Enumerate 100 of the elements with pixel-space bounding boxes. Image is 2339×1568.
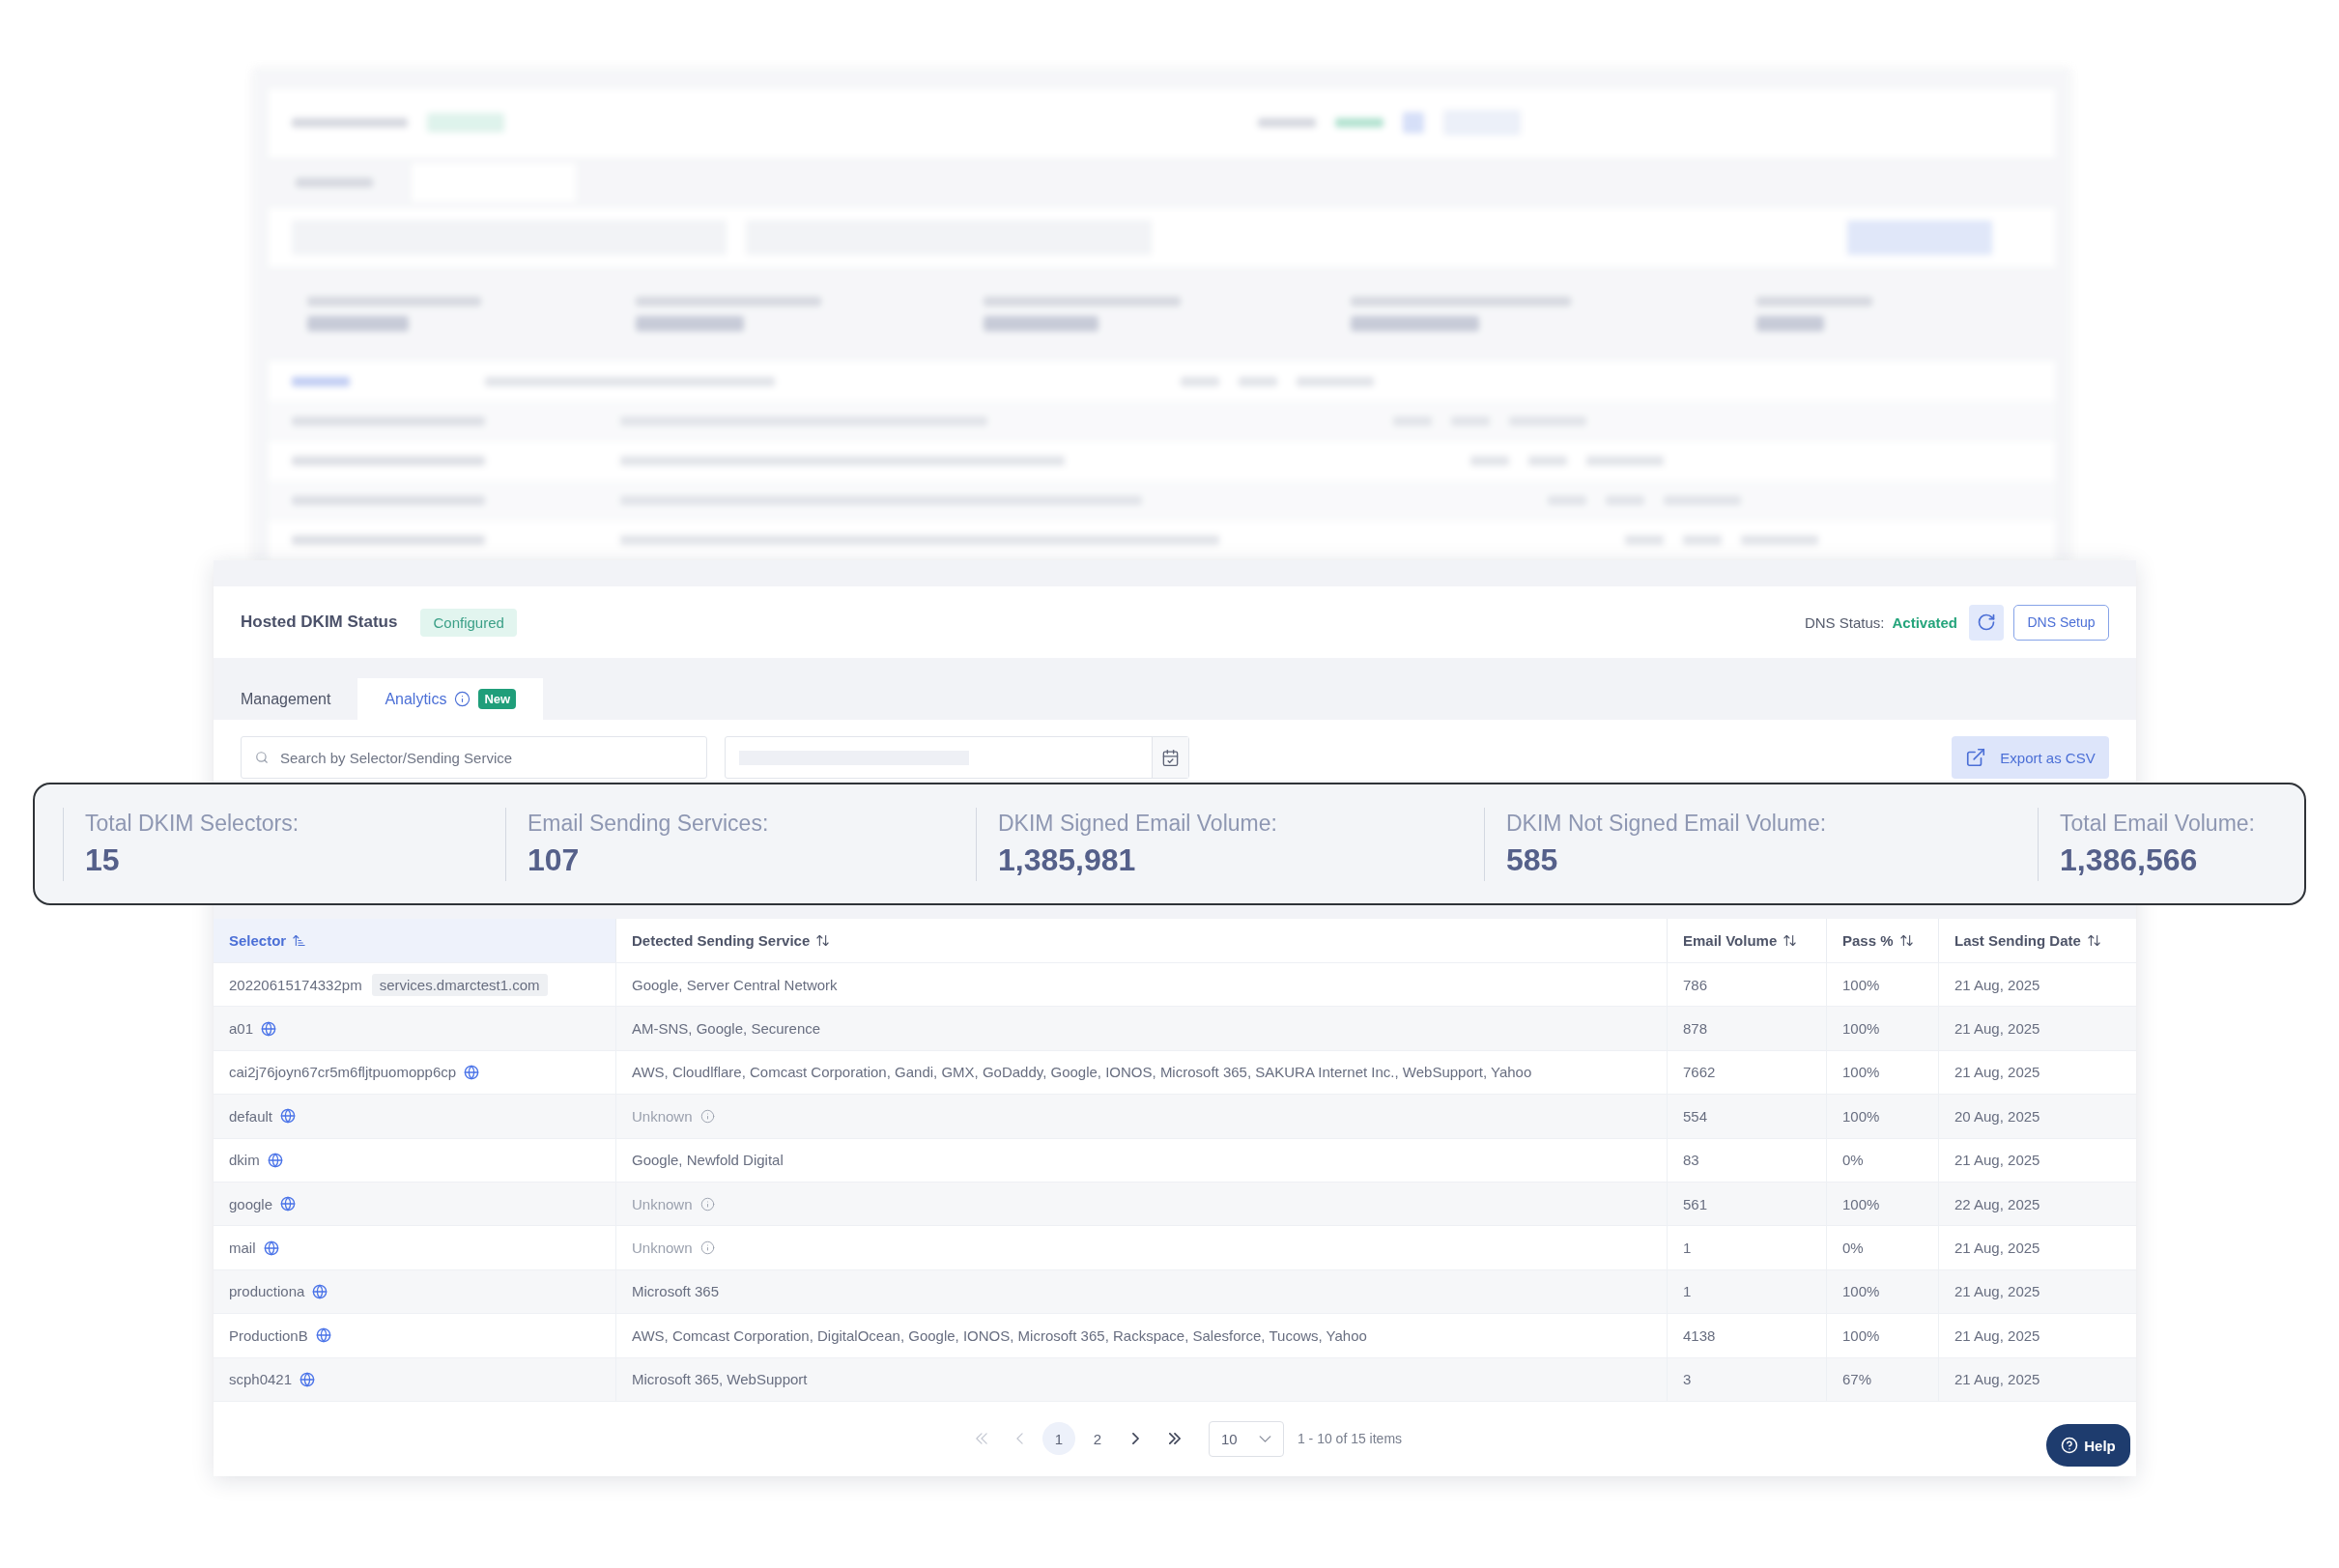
- globe-icon[interactable]: [315, 1327, 331, 1344]
- pass-rate-text: 0%: [1842, 1152, 1864, 1169]
- sending-service-text: Microsoft 365: [632, 1283, 720, 1300]
- selector-name: 20220615174332pm: [229, 976, 362, 993]
- selector-name: cai2j76joyn67cr5m6fljtpuomopp6cp: [229, 1064, 457, 1081]
- sending-service-text: AM-SNS, Google, Securence: [632, 1020, 821, 1038]
- date-range-field[interactable]: [725, 736, 1189, 779]
- sort-icon: [1898, 933, 1914, 948]
- email-volume-text: 786: [1683, 976, 1708, 993]
- date-text: 21 Aug, 2025: [1954, 1283, 2040, 1300]
- date-text: 21 Aug, 2025: [1954, 1326, 2040, 1344]
- new-badge: New: [478, 689, 517, 709]
- pass-rate-text: 0%: [1842, 1240, 1864, 1257]
- date-text: 21 Aug, 2025: [1954, 1240, 2040, 1257]
- pass-rate-text: 100%: [1842, 1064, 1880, 1081]
- sort-icon: [815, 933, 831, 948]
- date-text: 21 Aug, 2025: [1954, 1152, 2040, 1169]
- globe-icon[interactable]: [300, 1371, 316, 1387]
- help-icon: [2061, 1437, 2079, 1454]
- selector-name: ProductionB: [229, 1326, 308, 1344]
- tab[interactable]: Analytics New: [357, 678, 544, 720]
- stat-label: DKIM Not Signed Email Volume:: [1506, 810, 1828, 837]
- dns-status-value: Activated: [1892, 613, 1957, 631]
- stat-value: 107: [528, 841, 581, 878]
- globe-icon[interactable]: [280, 1196, 297, 1212]
- pagination-summary: 1 - 10 of 15 items: [1297, 1431, 1403, 1447]
- pass-rate-text: 100%: [1842, 976, 1880, 993]
- globe-icon[interactable]: [267, 1152, 283, 1168]
- email-volume-text: 3: [1683, 1371, 1692, 1388]
- pass-rate-text: 100%: [1842, 1283, 1880, 1300]
- globe-icon[interactable]: [312, 1283, 328, 1299]
- info-icon: [699, 1196, 715, 1212]
- sort-icon: [1783, 933, 1798, 948]
- email-volume-text: 554: [1683, 1107, 1708, 1125]
- stat-label: DKIM Signed Email Volume:: [998, 810, 1278, 837]
- selector-name: google: [229, 1195, 273, 1212]
- selector-name: dkim: [229, 1152, 260, 1169]
- date-text: 21 Aug, 2025: [1954, 1371, 2040, 1388]
- sending-service-text: Microsoft 365, WebSupport: [632, 1371, 808, 1388]
- help-button[interactable]: Help: [2046, 1424, 2130, 1467]
- globe-icon[interactable]: [263, 1240, 279, 1256]
- calendar-button[interactable]: [1152, 737, 1188, 778]
- export-button[interactable]: Export as CSV: [1952, 736, 2109, 779]
- external-link-icon: [1965, 747, 1987, 768]
- selector-name: default: [229, 1107, 273, 1125]
- chevron-down-icon: [1258, 1435, 1271, 1442]
- domain-tag: services.dmarctest1.com: [371, 973, 548, 996]
- info-icon: [699, 1240, 715, 1256]
- stat-label: Total Email Volume:: [2060, 810, 2256, 837]
- email-volume-text: 4138: [1683, 1326, 1716, 1344]
- sort-icon: [2086, 933, 2101, 948]
- stat-label: Total DKIM Selectors:: [85, 810, 300, 837]
- date-text: 21 Aug, 2025: [1954, 1020, 2040, 1038]
- dns-setup-button[interactable]: DNS Setup: [2013, 604, 2109, 641]
- page-size-select[interactable]: 10: [1208, 1420, 1284, 1457]
- date-text: 22 Aug, 2025: [1954, 1195, 2040, 1212]
- globe-icon[interactable]: [280, 1108, 297, 1125]
- pass-rate-text: 67%: [1842, 1371, 1872, 1388]
- pass-rate-text: 100%: [1842, 1195, 1880, 1212]
- stat-value: 1,385,981: [998, 841, 1137, 878]
- sending-service-text: Unknown: [632, 1107, 693, 1125]
- refresh-button[interactable]: [1969, 604, 2004, 641]
- email-volume-text: 1: [1683, 1283, 1692, 1300]
- page-button[interactable]: 1: [1041, 1422, 1075, 1456]
- stat-value: 585: [1506, 841, 1559, 878]
- selector-name: productiona: [229, 1283, 305, 1300]
- stat-label: Email Sending Services:: [528, 810, 770, 837]
- pass-rate-text: 100%: [1842, 1326, 1880, 1344]
- column-header[interactable]: Selector: [214, 919, 616, 962]
- sending-service-text: AWS, Comcast Corporation, DigitalOcean, Google, IONOS, Microsoft 365, Rackspace, Salesforce, Tucows, Yahoo: [632, 1326, 1367, 1344]
- email-volume-text: 7662: [1683, 1064, 1716, 1081]
- sending-service-text: Google, Newfold Digital: [632, 1152, 784, 1169]
- date-text: 21 Aug, 2025: [1954, 1064, 2040, 1081]
- email-volume-text: 1: [1683, 1240, 1692, 1257]
- selector-name: a01: [229, 1020, 254, 1038]
- stat-value: 1,386,566: [2060, 841, 2199, 878]
- email-volume-text: 878: [1683, 1020, 1708, 1038]
- search-field[interactable]: Search by Selector/Sending Service: [241, 736, 707, 779]
- search-icon: [255, 751, 269, 764]
- email-volume-text: 83: [1683, 1152, 1699, 1169]
- email-volume-text: 561: [1683, 1195, 1708, 1212]
- info-icon: [699, 1108, 715, 1124]
- selector-name: mail: [229, 1240, 256, 1257]
- date-text: 20 Aug, 2025: [1954, 1107, 2040, 1125]
- page-button[interactable]: 2: [1080, 1422, 1114, 1456]
- globe-icon[interactable]: [261, 1020, 277, 1037]
- pass-rate-text: 100%: [1842, 1020, 1880, 1038]
- sending-service-text: Google, Server Central Network: [632, 976, 838, 993]
- refresh-icon: [1977, 613, 1996, 632]
- tab[interactable]: Management: [214, 678, 358, 720]
- stat-value: 15: [85, 841, 121, 878]
- globe-icon[interactable]: [464, 1064, 480, 1080]
- dns-status-label: DNS Status:: [1804, 613, 1885, 631]
- calendar-icon: [1161, 748, 1180, 767]
- sending-service-text: AWS, Cloudlflare, Comcast Corporation, Gandi, GMX, GoDaddy, Google, IONOS, Microsoft 365, SAKURA Internet Inc., WebSupport, Yahoo: [632, 1064, 1532, 1081]
- sending-service-text: Unknown: [632, 1195, 693, 1212]
- page-title: Hosted DKIM Status: [241, 613, 398, 632]
- sending-service-text: Unknown: [632, 1240, 693, 1257]
- pass-rate-text: 100%: [1842, 1107, 1880, 1125]
- date-text: 21 Aug, 2025: [1954, 976, 2040, 993]
